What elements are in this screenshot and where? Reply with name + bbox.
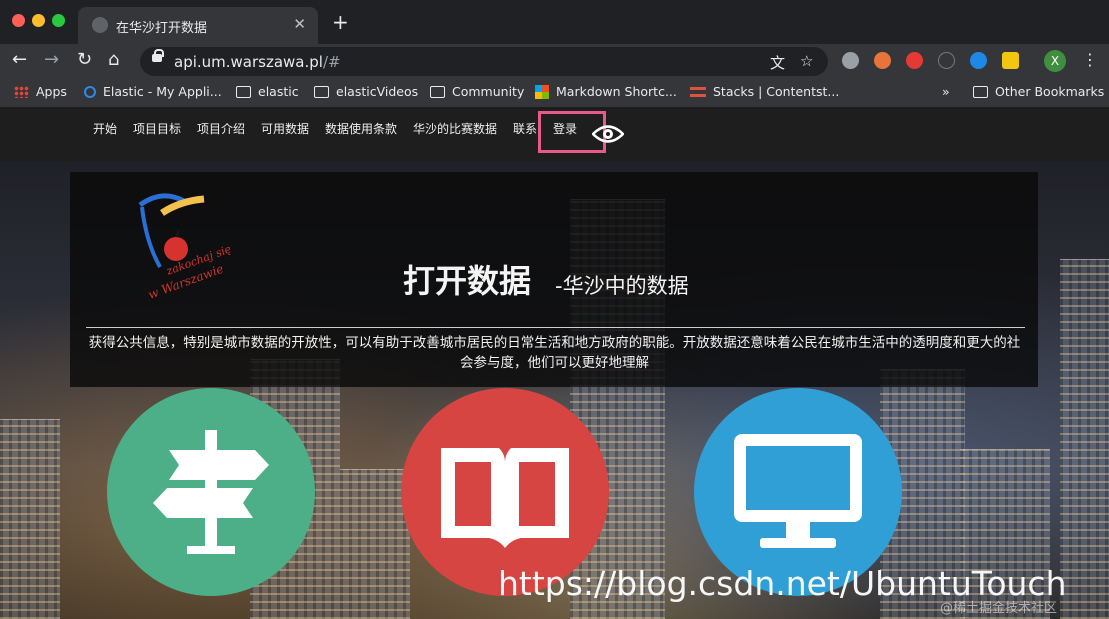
bookmark-elastic-app[interactable]: Elastic - My Appli... bbox=[84, 84, 222, 99]
hero-panel: zakochaj się w Warszawie 打开数据 -华沙中的数据 获得… bbox=[70, 172, 1038, 387]
folder-icon bbox=[236, 85, 251, 98]
minimize-window-button[interactable] bbox=[32, 14, 45, 27]
translate-icon[interactable]: 文 bbox=[770, 52, 785, 73]
hero-description: 获得公共信息，特别是城市数据的开放性，可以有助于改善城市居民的日常生活和地方政府… bbox=[88, 335, 1021, 371]
extension-icon[interactable] bbox=[842, 52, 859, 69]
building bbox=[340, 469, 410, 619]
bookmark-label: Other Bookmarks bbox=[995, 84, 1105, 99]
address-bar[interactable]: api.um.warszawa.pl/# 文 ☆ bbox=[140, 47, 828, 76]
reload-icon[interactable]: ↻ bbox=[77, 50, 92, 70]
nav-link-intro[interactable]: 项目介绍 bbox=[197, 120, 245, 137]
extension-icon[interactable] bbox=[970, 52, 987, 69]
folder-icon bbox=[314, 85, 329, 98]
divider bbox=[86, 327, 1025, 328]
extension-icon[interactable] bbox=[938, 52, 955, 69]
eye-icon[interactable] bbox=[592, 123, 624, 145]
forward-arrow-icon[interactable]: → bbox=[44, 50, 59, 70]
browser-tab[interactable]: 在华沙打开数据 ✕ bbox=[78, 7, 318, 44]
bookmark-label: Elastic - My Appli... bbox=[103, 84, 222, 99]
bookmark-label: Apps bbox=[36, 84, 67, 99]
bookmark-folder-elasticvideos[interactable]: elasticVideos bbox=[314, 84, 418, 99]
bookmark-apps[interactable]: Apps bbox=[14, 84, 67, 99]
close-tab-icon[interactable]: ✕ bbox=[293, 15, 306, 33]
extension-icon[interactable] bbox=[906, 52, 923, 69]
folder-icon bbox=[430, 85, 445, 98]
watermark-tag: @稀土掘金技术社区 bbox=[940, 601, 1058, 616]
apps-grid-icon bbox=[14, 85, 29, 98]
lock-icon bbox=[152, 49, 164, 62]
back-arrow-icon[interactable]: ← bbox=[12, 50, 27, 70]
nav-link-start[interactable]: 开始 bbox=[93, 120, 117, 137]
bookmark-markdown[interactable]: Markdown Shortc... bbox=[535, 84, 677, 99]
tab-title: 在华沙打开数据 bbox=[116, 21, 208, 36]
signpost-icon bbox=[153, 430, 269, 554]
nav-link-terms[interactable]: 数据使用条款 bbox=[325, 120, 397, 137]
warsaw-logo: zakochaj się w Warszawie bbox=[138, 193, 233, 302]
nav-link-contact[interactable]: 联系 bbox=[513, 120, 537, 137]
star-icon[interactable]: ☆ bbox=[800, 52, 813, 70]
bookmark-folder-elastic[interactable]: elastic bbox=[236, 84, 299, 99]
nav-link-goals[interactable]: 项目目标 bbox=[133, 120, 181, 137]
bookmark-label: Markdown Shortc... bbox=[556, 84, 677, 99]
bookmark-label: Stacks | Contentst... bbox=[713, 84, 840, 99]
nav-link-data[interactable]: 可用数据 bbox=[261, 120, 309, 137]
site-navigation: 开始 项目目标 项目介绍 可用数据 数据使用条款 华沙的比赛数据 联系 登录 bbox=[0, 109, 1109, 161]
bookmark-other[interactable]: Other Bookmarks bbox=[973, 84, 1104, 99]
stacks-icon bbox=[690, 86, 706, 97]
extension-icon[interactable] bbox=[1002, 52, 1019, 69]
bookmark-stacks[interactable]: Stacks | Contentst... bbox=[690, 84, 839, 99]
bookmark-label: elasticVideos bbox=[336, 84, 419, 99]
url-text[interactable]: api.um.warszawa.pl/# bbox=[174, 53, 341, 71]
close-window-button[interactable] bbox=[12, 14, 25, 27]
hero-subtitle: -华沙中的数据 bbox=[555, 274, 689, 298]
bookmarks-bar: Apps Elastic - My Appli... elastic elast… bbox=[0, 78, 1109, 108]
building bbox=[1060, 259, 1109, 619]
bookmark-label: Community bbox=[452, 84, 525, 99]
building bbox=[0, 419, 60, 619]
url-host: api.um.warszawa.pl bbox=[174, 53, 323, 71]
elastic-icon bbox=[84, 85, 96, 98]
extension-icon[interactable] bbox=[874, 52, 891, 69]
bookmark-label: elastic bbox=[258, 84, 299, 99]
bookmarks-overflow[interactable]: » bbox=[942, 84, 950, 99]
new-tab-button[interactable]: + bbox=[332, 12, 349, 32]
nav-link-competition[interactable]: 华沙的比赛数据 bbox=[413, 120, 497, 137]
folder-icon bbox=[973, 85, 988, 98]
browser-tab-bar: 在华沙打开数据 ✕ + bbox=[0, 0, 1109, 44]
profile-avatar[interactable]: X bbox=[1044, 50, 1066, 72]
microsoft-icon bbox=[535, 84, 549, 99]
feature-circle-guide[interactable] bbox=[107, 388, 315, 596]
globe-icon bbox=[92, 17, 108, 33]
browser-toolbar: ← → ↻ ⌂ api.um.warszawa.pl/# 文 ☆ X ⋮ bbox=[0, 44, 1109, 78]
menu-dots-icon[interactable]: ⋮ bbox=[1082, 50, 1098, 69]
home-icon[interactable]: ⌂ bbox=[108, 50, 119, 70]
web-page: 开始 项目目标 项目介绍 可用数据 数据使用条款 华沙的比赛数据 联系 登录 z… bbox=[0, 109, 1109, 619]
url-path: /# bbox=[322, 53, 341, 71]
hero-title: 打开数据 bbox=[403, 262, 532, 300]
maximize-window-button[interactable] bbox=[52, 14, 65, 27]
bookmark-folder-community[interactable]: Community bbox=[430, 84, 524, 99]
